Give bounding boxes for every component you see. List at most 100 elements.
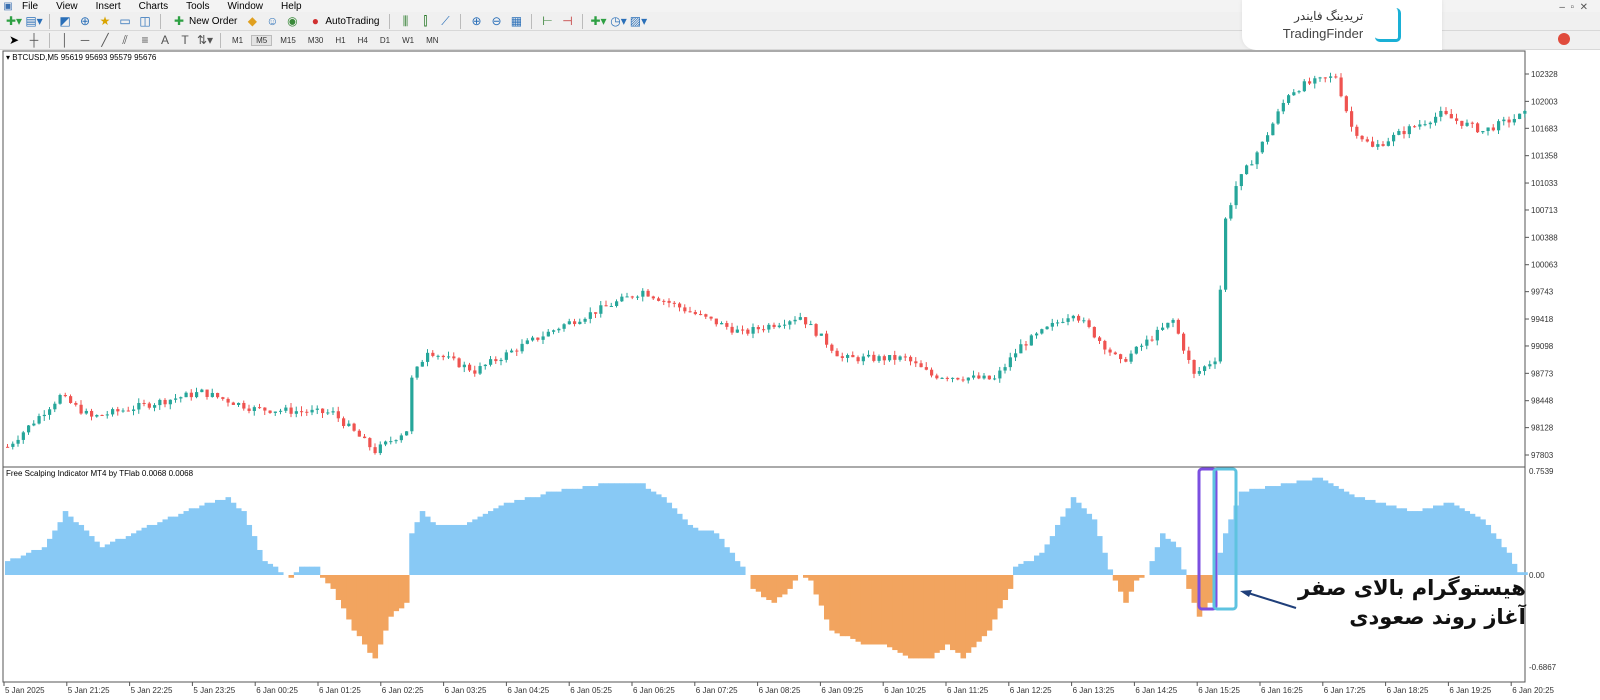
candle <box>1203 366 1207 372</box>
text-icon[interactable]: A <box>157 32 173 48</box>
timeframe-w1[interactable]: W1 <box>398 36 418 45</box>
candle <box>909 356 913 362</box>
autoscroll-icon[interactable]: ⊣ <box>559 13 575 29</box>
new-order-icon: ✚ <box>173 14 185 28</box>
candle <box>347 423 351 427</box>
menu-window[interactable]: Window <box>221 1 275 12</box>
timeframe-m1[interactable]: M1 <box>228 36 247 45</box>
vertical-line-icon[interactable]: │ <box>57 32 73 48</box>
histogram-bar <box>131 533 137 575</box>
menu-file[interactable]: File <box>16 1 50 12</box>
timeframe-h4[interactable]: H4 <box>354 36 372 45</box>
arrows-icon[interactable]: ⇅▾ <box>197 32 213 48</box>
histogram-bar <box>157 522 163 575</box>
candle <box>1245 165 1249 175</box>
close-chart-icon[interactable] <box>1558 33 1570 45</box>
navigator-icon[interactable]: ★ <box>97 13 113 29</box>
zoom-in-icon[interactable]: ⊕ <box>468 13 484 29</box>
timeframe-mn[interactable]: MN <box>422 36 442 45</box>
bar-chart-icon[interactable]: ⫼ <box>397 13 413 29</box>
histogram-bar <box>918 575 925 659</box>
candle <box>16 439 20 444</box>
tile-windows-icon[interactable]: ▦ <box>508 13 524 29</box>
menu-charts[interactable]: Charts <box>133 1 180 12</box>
candle <box>940 377 944 379</box>
templates-icon[interactable]: ▨▾ <box>630 13 647 29</box>
histogram-bar <box>971 575 977 648</box>
histogram-bar <box>818 575 825 606</box>
chart-shift-icon[interactable]: ⊢ <box>539 13 555 29</box>
candle <box>1092 326 1096 338</box>
menu-insert[interactable]: Insert <box>90 1 133 12</box>
text-label-icon[interactable]: T <box>177 32 193 48</box>
candle <box>751 327 755 334</box>
candle <box>1024 344 1028 346</box>
candle <box>1439 110 1443 117</box>
price-label: 99743 <box>1531 288 1554 297</box>
candle <box>699 314 703 316</box>
candle <box>27 425 31 433</box>
zoom-out-icon[interactable]: ⊖ <box>488 13 504 29</box>
candle <box>625 296 629 298</box>
data-window-icon[interactable]: ⊕ <box>77 13 93 29</box>
terminal-icon[interactable]: ▭ <box>117 13 133 29</box>
histogram-bar <box>1265 486 1271 575</box>
metaeditor-icon[interactable]: ◆ <box>244 13 260 29</box>
timeframe-d1[interactable]: D1 <box>376 36 394 45</box>
candlestick-icon[interactable]: ⫿ <box>417 13 433 29</box>
menu-tools[interactable]: Tools <box>180 1 221 12</box>
candle <box>1281 102 1285 112</box>
candle <box>541 336 545 340</box>
candle <box>1365 139 1369 142</box>
periods-icon[interactable]: ◷▾ <box>610 13 627 29</box>
candle <box>473 370 477 374</box>
price-label: 102328 <box>1531 70 1558 79</box>
histogram-bar <box>1328 483 1334 575</box>
time-label: 5 Jan 22:25 <box>131 686 173 695</box>
candle <box>1518 113 1522 120</box>
strategy-tester-icon[interactable]: ◫ <box>137 13 153 29</box>
histogram-bar <box>73 522 79 575</box>
signals-icon[interactable]: ◉ <box>284 13 300 29</box>
timeframe-m15[interactable]: M15 <box>276 36 300 45</box>
timeframe-m5[interactable]: M5 <box>251 34 273 46</box>
fibonacci-icon[interactable]: ≡ <box>137 32 153 48</box>
candle <box>987 375 991 380</box>
crosshair-icon[interactable]: ┼ <box>26 32 42 48</box>
candle <box>1113 352 1117 355</box>
candle <box>1355 126 1359 136</box>
timeframe-h1[interactable]: H1 <box>331 36 349 45</box>
candle <box>273 411 277 413</box>
candle <box>961 379 965 381</box>
horizontal-line-icon[interactable]: ─ <box>77 32 93 48</box>
candle <box>1082 320 1086 322</box>
histogram-bar <box>908 575 914 659</box>
histogram-bar <box>1338 488 1345 575</box>
candle <box>221 397 225 399</box>
candle <box>520 343 524 352</box>
menu-view[interactable]: View <box>50 1 90 12</box>
histogram-bar <box>1354 497 1360 575</box>
new-chart-icon[interactable]: ✚▾ <box>6 13 22 29</box>
histogram-bar <box>1296 480 1303 575</box>
indicators-icon[interactable]: ✚▾ <box>590 13 606 29</box>
channel-icon[interactable]: ⫽ <box>117 32 133 48</box>
profiles-icon[interactable]: ▤▾ <box>25 13 42 29</box>
autotrading-button[interactable]: ● AutoTrading <box>304 13 382 29</box>
line-chart-icon[interactable]: ⟋ <box>437 13 453 29</box>
timeframe-m30[interactable]: M30 <box>304 36 328 45</box>
candle <box>336 411 340 419</box>
experts-icon[interactable]: ☺ <box>264 13 280 29</box>
menu-help[interactable]: Help <box>275 1 314 12</box>
trendline-icon[interactable]: ╱ <box>97 32 113 48</box>
market-watch-icon[interactable]: ◩ <box>57 13 73 29</box>
histogram-bar <box>986 575 993 631</box>
new-order-label: New Order <box>189 15 238 27</box>
histogram-bar <box>388 575 394 617</box>
histogram-bar <box>1112 575 1119 581</box>
new-order-button[interactable]: ✚ New Order <box>168 13 240 29</box>
histogram-bar <box>178 513 184 575</box>
cursor-icon[interactable]: ➤ <box>6 32 22 48</box>
candle <box>132 409 136 411</box>
candle <box>819 333 823 336</box>
